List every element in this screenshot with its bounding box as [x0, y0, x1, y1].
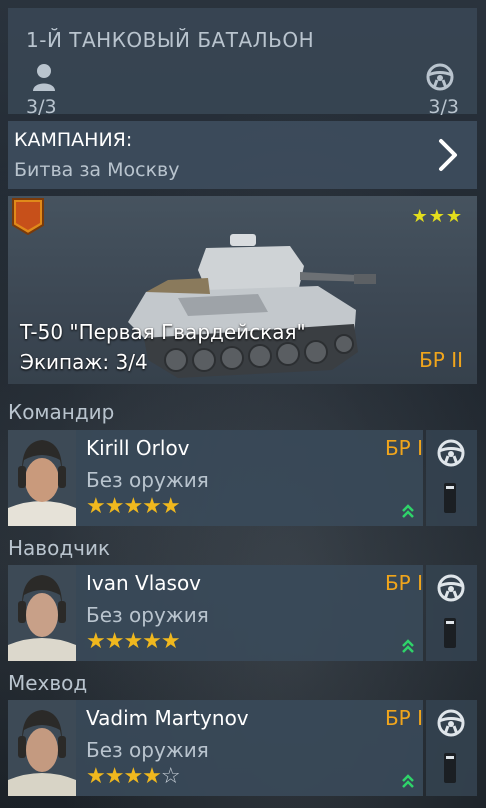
- campaign-label: КАМПАНИЯ:: [14, 129, 133, 151]
- avatar: [8, 565, 76, 661]
- filled-stars: ★★★★★: [86, 494, 181, 519]
- campaign-value: Битва за Москву: [14, 159, 180, 181]
- steering-wheel-icon: [426, 63, 454, 91]
- filled-stars: ★★★★★: [86, 629, 181, 654]
- crew-side-commander[interactable]: [426, 430, 477, 526]
- upgrade-arrows-icon: [402, 504, 414, 518]
- crew-card-driver[interactable]: Vadim Martynov Без оружия ★★★★☆ БР I: [8, 700, 423, 796]
- battalion-title: 1-Й ТАНКОВЫЙ БАТАЛЬОН: [26, 28, 315, 52]
- crew-card-commander[interactable]: Kirill Orlov Без оружия ★★★★★ БР I: [8, 430, 423, 526]
- crew-weapon: Без оружия: [86, 468, 209, 492]
- crew-rating-stars: ★★★★★: [86, 494, 181, 519]
- battalion-vehicle-count: 3/3: [428, 96, 459, 118]
- role-label-gunner: Наводчик: [8, 536, 111, 560]
- rank-badge-icon: [12, 198, 44, 235]
- steering-wheel-icon: [437, 709, 465, 737]
- crew-battle-rating: БР I: [384, 706, 423, 730]
- crew-name: Kirill Orlov: [86, 436, 190, 460]
- chevron-right-icon[interactable]: [437, 138, 459, 172]
- person-icon: [33, 64, 55, 91]
- crew-name: Vadim Martynov: [86, 706, 249, 730]
- ammo-slot-icon[interactable]: [443, 617, 457, 649]
- battalion-panel[interactable]: 1-Й ТАНКОВЫЙ БАТАЛЬОН 3/3 3/3: [8, 8, 477, 118]
- ammo-slot-icon[interactable]: [443, 482, 457, 514]
- vehicle-crew-count: Экипаж: 3/4: [20, 350, 148, 374]
- battalion-crew-count: 3/3: [26, 96, 57, 118]
- vehicle-battle-rating: БР II: [419, 348, 463, 372]
- vehicle-stars: ★★★: [411, 206, 463, 227]
- steering-wheel-icon: [437, 574, 465, 602]
- upgrade-arrows-icon: [402, 774, 414, 788]
- avatar: [8, 430, 76, 526]
- crew-side-gunner[interactable]: [426, 565, 477, 661]
- avatar: [8, 700, 76, 796]
- role-label-commander: Командир: [8, 400, 115, 424]
- crew-name: Ivan Vlasov: [86, 571, 202, 595]
- vehicle-name: T-50 "Первая Гвардейская": [20, 320, 306, 344]
- upgrade-arrows-icon: [402, 639, 414, 653]
- empty-stars: ☆: [160, 764, 181, 789]
- crew-rating-stars: ★★★★★: [86, 629, 181, 654]
- crew-side-driver[interactable]: [426, 700, 477, 796]
- crew-weapon: Без оружия: [86, 738, 209, 762]
- vehicle-card[interactable]: ★★★ T-50 "Первая Гвардейская" Экипаж: 3/…: [8, 196, 477, 384]
- crew-battle-rating: БР I: [384, 436, 423, 460]
- filled-stars: ★★★★: [86, 764, 162, 789]
- crew-rating-stars: ★★★★☆: [86, 764, 181, 789]
- ammo-slot-icon[interactable]: [443, 752, 457, 784]
- campaign-selector[interactable]: КАМПАНИЯ: Битва за Москву: [8, 121, 477, 189]
- crew-battle-rating: БР I: [384, 571, 423, 595]
- crew-card-gunner[interactable]: Ivan Vlasov Без оружия ★★★★★ БР I: [8, 565, 423, 661]
- crew-weapon: Без оружия: [86, 603, 209, 627]
- steering-wheel-icon: [437, 439, 465, 467]
- tank-image: [128, 234, 376, 378]
- role-label-driver: Мехвод: [8, 671, 88, 695]
